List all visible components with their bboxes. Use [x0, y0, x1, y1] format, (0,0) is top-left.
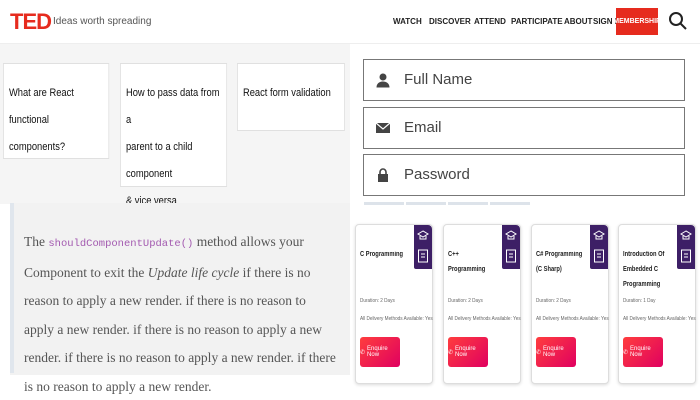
- document-icon: [418, 249, 428, 263]
- phone-icon: ✆: [360, 349, 366, 356]
- inline-code: shouldComponentUpdate(): [48, 238, 194, 250]
- membership-button[interactable]: MEMBERSHIP: [613, 8, 661, 35]
- ted-logo[interactable]: TED: [10, 9, 52, 35]
- question-card[interactable]: What are React functional components?: [3, 63, 110, 159]
- cap-icon: [417, 230, 429, 240]
- course-duration: Duration: 1 Day: [623, 298, 656, 304]
- cap-icon: [593, 230, 605, 240]
- question-line: What are React functional: [8, 87, 74, 126]
- enquire-label: Enquire Now: [543, 346, 564, 358]
- document-icon: [506, 249, 516, 263]
- course-title: C# Programming (C Sharp): [536, 251, 583, 273]
- email-field[interactable]: Email: [363, 107, 685, 149]
- cap-icon: [505, 230, 517, 240]
- search-icon[interactable]: [668, 11, 688, 31]
- article-paragraph: The shouldComponentUpdate() method allow…: [24, 228, 336, 400]
- course-card[interactable]: C++ Programming Duration: 2 Days All Del…: [443, 224, 521, 384]
- phone-icon: ✆: [448, 349, 454, 356]
- course-card[interactable]: C# Programming (C Sharp) Duration: 2 Day…: [531, 224, 609, 384]
- enquire-label: Enquire Now: [367, 346, 388, 358]
- course-duration: Duration: 2 Days: [448, 298, 483, 304]
- course-delivery: All Delivery Methods Available: Yes: [448, 316, 521, 322]
- tagline: Ideas worth spreading: [53, 16, 152, 27]
- course-delivery: All Delivery Methods Available: Yes: [360, 316, 433, 322]
- course-delivery: All Delivery Methods Available: Yes: [623, 316, 696, 322]
- question-line: React form validation: [242, 87, 331, 99]
- divider: [490, 202, 530, 205]
- nav-discover[interactable]: DISCOVER: [429, 17, 471, 26]
- paragraph-text: if there is no reason to apply a new ren…: [24, 264, 336, 394]
- enquire-label: Enquire Now: [455, 346, 476, 358]
- nav-watch[interactable]: WATCH: [393, 17, 422, 26]
- nav-participate[interactable]: PARTICIPATE: [511, 17, 563, 26]
- question-card[interactable]: How to pass data from a parent to a chil…: [120, 63, 228, 207]
- enquire-now-button[interactable]: ✆ Enquire Now: [623, 337, 663, 367]
- paragraph-text: The: [24, 234, 49, 249]
- course-card[interactable]: Introduction Of Embedded C Programming D…: [618, 224, 696, 384]
- document-icon: [681, 249, 691, 263]
- document-icon: [594, 249, 604, 263]
- full-name-field[interactable]: Full Name: [363, 59, 685, 101]
- enquire-now-button[interactable]: ✆ Enquire Now: [536, 337, 576, 367]
- question-card[interactable]: React form validation: [237, 63, 345, 131]
- email-placeholder: Email: [404, 119, 442, 136]
- nav-about[interactable]: ABOUT: [564, 17, 592, 26]
- phone-icon: ✆: [623, 349, 629, 356]
- question-line: How to pass data from a: [125, 87, 220, 126]
- site-header: TED Ideas worth spreading WATCH DISCOVER…: [0, 0, 700, 44]
- course-duration: Duration: 2 Days: [536, 298, 571, 304]
- enquire-now-button[interactable]: ✆ Enquire Now: [448, 337, 488, 367]
- cap-icon: [680, 230, 692, 240]
- lock-icon: [378, 168, 388, 182]
- password-placeholder: Password: [404, 166, 470, 183]
- course-badge: [502, 225, 520, 269]
- envelope-icon: [375, 122, 391, 133]
- user-icon: [376, 73, 390, 88]
- course-title: Introduction Of Embedded C Programming: [623, 251, 665, 288]
- quote-bar: [10, 203, 14, 373]
- enquire-now-button[interactable]: ✆ Enquire Now: [360, 337, 400, 367]
- phone-icon: ✆: [536, 349, 542, 356]
- enquire-label: Enquire Now: [630, 346, 651, 358]
- course-card[interactable]: C Programming Duration: 2 Days All Deliv…: [355, 224, 433, 384]
- course-duration: Duration: 2 Days: [360, 298, 395, 304]
- course-title: C Programming: [360, 251, 404, 258]
- password-field[interactable]: Password: [363, 154, 685, 196]
- course-badge: [414, 225, 432, 269]
- question-line: components?: [8, 141, 66, 153]
- nav-attend[interactable]: ATTEND: [474, 17, 506, 26]
- divider: [364, 202, 404, 205]
- course-badge: [590, 225, 608, 269]
- full-name-placeholder: Full Name: [404, 71, 473, 88]
- divider: [448, 202, 488, 205]
- course-delivery: All Delivery Methods Available: Yes: [536, 316, 609, 322]
- question-line: parent to a child component: [125, 141, 193, 180]
- divider: [406, 202, 446, 205]
- course-badge: [677, 225, 695, 269]
- paragraph-emphasis: Update life cycle: [147, 264, 240, 280]
- course-title: C++ Programming: [448, 251, 486, 273]
